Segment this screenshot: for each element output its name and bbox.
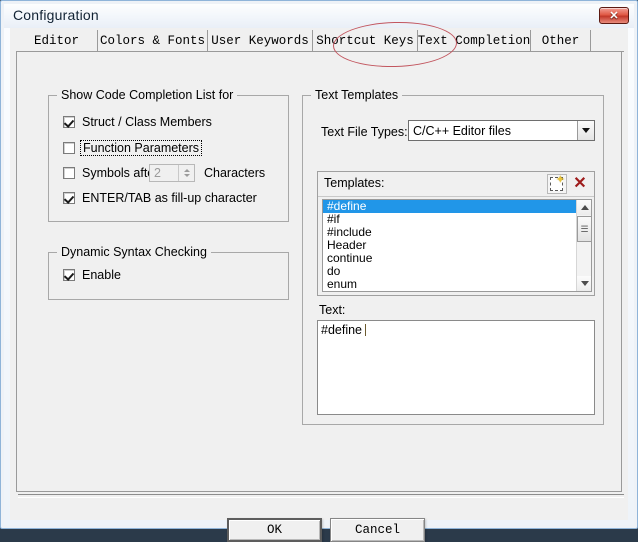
new-template-icon: ✦ xyxy=(550,177,564,191)
templates-panel: Templates: ✦ ✕ xyxy=(317,171,595,296)
tab-other[interactable]: Other xyxy=(531,30,591,52)
footer-separator xyxy=(18,494,624,498)
checkbox-function-parameters[interactable]: Function Parameters xyxy=(63,140,202,156)
checkbox-box[interactable] xyxy=(63,269,75,281)
tab-strip: Editor Colors & Fonts User Keywords Shor… xyxy=(16,30,624,52)
title-bar: Configuration ✕ xyxy=(4,4,634,28)
checkbox-struct-class-members[interactable]: Struct / Class Members xyxy=(63,115,212,129)
characters-label: Characters xyxy=(204,166,265,180)
checkbox-syntax-enable[interactable]: Enable xyxy=(63,268,121,282)
list-item[interactable]: enum xyxy=(323,278,576,291)
checkbox-box[interactable] xyxy=(63,167,75,179)
checkbox-label: Function Parameters xyxy=(80,140,202,156)
window-title: Configuration xyxy=(13,7,99,23)
chevron-down-icon[interactable] xyxy=(577,121,594,140)
new-template-button[interactable]: ✦ xyxy=(547,174,567,194)
tab-page-text-completion: Show Code Completion List for Struct / C… xyxy=(16,52,622,492)
templates-header: Templates: ✦ ✕ xyxy=(318,172,594,197)
window-inner-frame: Configuration ✕ Editor Colors & Fonts Us… xyxy=(4,4,634,525)
text-file-types-label: Text File Types: xyxy=(321,125,408,139)
template-text-editor[interactable]: #define xyxy=(317,320,595,415)
spinner-up-icon[interactable] xyxy=(184,169,190,172)
spinner-value: 2 xyxy=(150,166,178,180)
tab-shortcut-keys[interactable]: Shortcut Keys xyxy=(313,30,418,52)
close-icon: ✕ xyxy=(600,8,628,23)
close-button[interactable]: ✕ xyxy=(599,7,629,24)
text-caret xyxy=(365,324,366,336)
text-templates-group: Text Templates Text File Types: C/C++ Ed… xyxy=(302,95,604,425)
list-item[interactable]: do xyxy=(323,265,576,278)
tab-user-keywords[interactable]: User Keywords xyxy=(208,30,313,52)
scrollbar-thumb[interactable]: ☰ xyxy=(577,216,592,242)
checkbox-box[interactable] xyxy=(63,116,75,128)
ok-button[interactable]: OK xyxy=(227,518,322,542)
code-completion-group: Show Code Completion List for Struct / C… xyxy=(48,95,289,222)
checkbox-enter-tab-fillup[interactable]: ENTER/TAB as fill-up character xyxy=(63,191,257,205)
text-file-types-combobox[interactable]: C/C++ Editor files xyxy=(408,120,595,141)
tab-text-completion[interactable]: Text Completion xyxy=(418,30,531,52)
tab-colors-fonts[interactable]: Colors & Fonts xyxy=(98,30,208,52)
combobox-value: C/C++ Editor files xyxy=(409,124,577,138)
template-text-label: Text: xyxy=(319,303,345,317)
symbols-after-spinner[interactable]: 2 xyxy=(149,164,195,182)
checkbox-box[interactable] xyxy=(63,192,75,204)
scroll-down-icon[interactable] xyxy=(577,276,592,291)
list-item[interactable]: continue xyxy=(323,252,576,265)
spinner-down-icon[interactable] xyxy=(184,174,190,177)
code-completion-group-title: Show Code Completion List for xyxy=(57,88,237,102)
checkbox-label: Enable xyxy=(82,268,121,282)
configuration-dialog-window: Configuration ✕ Editor Colors & Fonts Us… xyxy=(0,0,638,529)
delete-template-icon: ✕ xyxy=(573,176,586,192)
checkbox-label: ENTER/TAB as fill-up character xyxy=(82,191,257,205)
dialog-client-area: Editor Colors & Fonts User Keywords Shor… xyxy=(10,28,628,520)
scroll-up-icon[interactable] xyxy=(577,200,592,215)
cancel-button[interactable]: Cancel xyxy=(330,518,425,542)
spinner-arrows[interactable] xyxy=(178,165,194,181)
dynamic-syntax-group-title: Dynamic Syntax Checking xyxy=(57,245,211,259)
tab-editor[interactable]: Editor xyxy=(16,30,98,52)
list-item[interactable]: #define xyxy=(323,200,576,213)
templates-listbox[interactable]: #define #if #include Header continue do … xyxy=(322,199,592,292)
dynamic-syntax-checking-group: Dynamic Syntax Checking Enable xyxy=(48,252,289,300)
templates-label: Templates: xyxy=(324,176,384,190)
delete-template-button[interactable]: ✕ xyxy=(570,174,590,194)
checkbox-symbols-after[interactable]: Symbols after xyxy=(63,166,158,180)
checkbox-label: Struct / Class Members xyxy=(82,115,212,129)
text-templates-group-title: Text Templates xyxy=(311,88,402,102)
templates-list-scrollbar[interactable]: ☰ xyxy=(576,200,591,291)
checkbox-label: Symbols after xyxy=(82,166,158,180)
checkbox-box[interactable] xyxy=(63,142,75,154)
template-text-value: #define xyxy=(321,323,362,337)
